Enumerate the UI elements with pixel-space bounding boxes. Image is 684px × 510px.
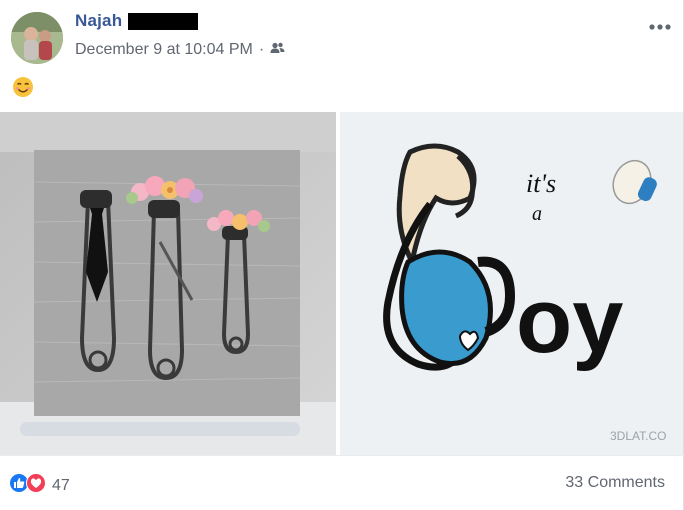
post-meta: December 9 at 10:04 PM ·	[75, 41, 285, 59]
watermark-text: 3DLAT.CO	[610, 429, 666, 443]
its-a-boy-drawing[interactable]: it's a oy 3DLAT.CO	[340, 112, 683, 455]
smiling-face-emoji	[12, 76, 34, 98]
author-avatar[interactable]	[11, 12, 63, 64]
safety-pins-photo[interactable]	[0, 112, 336, 455]
reaction-count[interactable]: 47	[52, 477, 70, 495]
comments-count-link[interactable]: 33 Comments	[565, 474, 665, 492]
footer-divider	[0, 455, 684, 456]
reactions-summary[interactable]: 47	[9, 473, 70, 498]
friends-icon[interactable]	[270, 41, 285, 59]
redaction-bar	[128, 13, 198, 30]
feed-post: Najah December 9 at 10:04 PM · it's a oy…	[0, 0, 684, 510]
a-text: a	[532, 203, 542, 225]
oy-text: oy	[516, 270, 623, 372]
meta-separator: ·	[258, 41, 265, 58]
love-icon	[26, 473, 46, 498]
author-name[interactable]: Najah	[75, 11, 122, 31]
more-options-icon[interactable]	[648, 18, 674, 30]
its-text: it's	[526, 169, 556, 198]
post-timestamp[interactable]: December 9 at 10:04 PM	[75, 41, 253, 59]
